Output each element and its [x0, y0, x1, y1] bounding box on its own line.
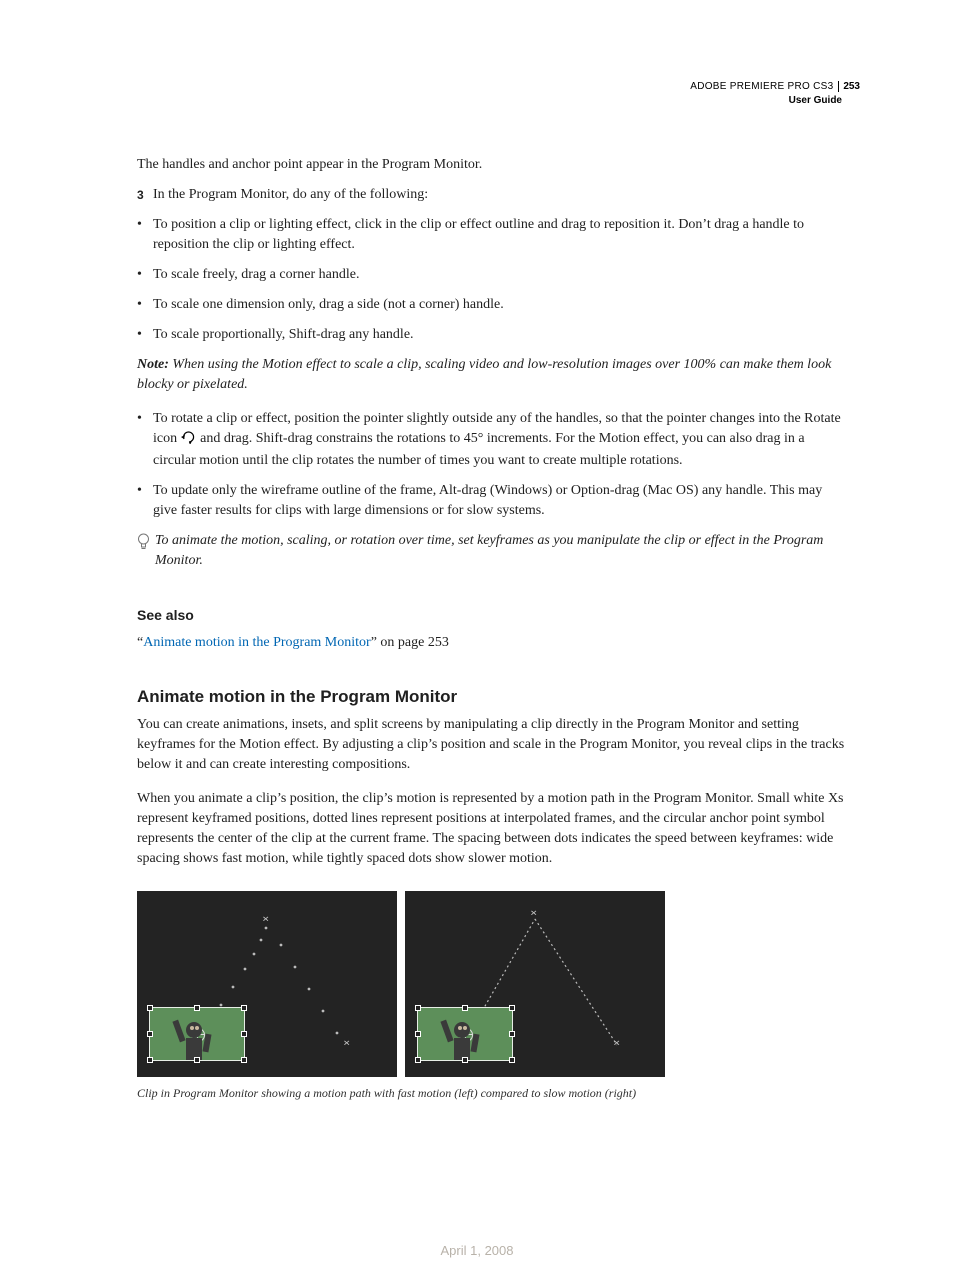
- bullet-icon: •: [137, 325, 153, 345]
- bullet-icon: •: [137, 409, 153, 471]
- step-number: 3: [137, 185, 153, 205]
- rotate-text-after: and drag. Shift-drag constrains the rota…: [153, 431, 805, 468]
- intro-text: The handles and anchor point appear in t…: [137, 155, 847, 175]
- bullet-text: To rotate a clip or effect, position the…: [153, 409, 847, 471]
- tip: To animate the motion, scaling, or rotat…: [137, 531, 847, 571]
- rotate-icon: [181, 430, 197, 451]
- section-p1: You can create animations, insets, and s…: [137, 715, 847, 775]
- close-quote: ” on page 253: [371, 635, 449, 650]
- tip-text: To animate the motion, scaling, or rotat…: [155, 531, 847, 571]
- keyframe-x-icon: ✕: [530, 910, 538, 918]
- bullet-text: To scale proportionally, Shift-drag any …: [153, 325, 847, 345]
- header-product: ADOBE PREMIERE PRO CS3: [690, 81, 833, 92]
- note-text: When using the Motion effect to scale a …: [137, 357, 831, 392]
- page-header: ADOBE PREMIERE PRO CS3 253 User Guide: [690, 80, 860, 108]
- lightbulb-icon: [137, 533, 155, 571]
- bullet-icon: •: [137, 481, 153, 521]
- bullet-text: To scale freely, drag a corner handle.: [153, 265, 847, 285]
- see-also-link[interactable]: Animate motion in the Program Monitor: [143, 635, 370, 650]
- bullet-icon: •: [137, 265, 153, 285]
- clip-thumbnail: [149, 1007, 245, 1061]
- note-label: Note:: [137, 357, 169, 372]
- see-also-heading: See also: [137, 605, 847, 625]
- step-text: In the Program Monitor, do any of the fo…: [153, 185, 847, 205]
- keyframe-x-icon: ✕: [262, 916, 270, 924]
- bullet-icon: •: [137, 295, 153, 315]
- section-p2: When you animate a clip’s position, the …: [137, 789, 847, 869]
- footer-date: April 1, 2008: [0, 1143, 954, 1288]
- figure-fast-motion: ✕ ✕: [137, 891, 397, 1077]
- section-heading: Animate motion in the Program Monitor: [137, 687, 847, 707]
- page-content: The handles and anchor point appear in t…: [137, 80, 847, 1103]
- clip-thumbnail: [417, 1007, 513, 1061]
- bullet-text: To update only the wireframe outline of …: [153, 481, 847, 521]
- note: Note: When using the Motion effect to sc…: [137, 355, 847, 395]
- figure-caption: Clip in Program Monitor showing a motion…: [137, 1083, 847, 1103]
- list-item: • To scale proportionally, Shift-drag an…: [137, 325, 847, 345]
- header-guide: User Guide: [690, 94, 860, 108]
- bullet-icon: •: [137, 215, 153, 255]
- keyframe-x-icon: ✕: [613, 1040, 621, 1048]
- list-item: • To scale one dimension only, drag a si…: [137, 295, 847, 315]
- bullet-text: To position a clip or lighting effect, c…: [153, 215, 847, 255]
- keyframe-x-icon: ✕: [343, 1040, 351, 1048]
- person-silhouette: [438, 1012, 488, 1060]
- page: ADOBE PREMIERE PRO CS3 253 User Guide Th…: [0, 0, 954, 1143]
- list-item: • To scale freely, drag a corner handle.: [137, 265, 847, 285]
- header-page-number: 253: [838, 81, 860, 92]
- list-item: • To update only the wireframe outline o…: [137, 481, 847, 521]
- person-silhouette: [170, 1012, 220, 1060]
- see-also-line: “Animate motion in the Program Monitor” …: [137, 633, 847, 653]
- list-item: • To position a clip or lighting effect,…: [137, 215, 847, 255]
- list-item: • To rotate a clip or effect, position t…: [137, 409, 847, 471]
- figure-row: ✕ ✕: [137, 891, 847, 1077]
- figure-slow-motion: ✕ ✕: [405, 891, 665, 1077]
- step-3: 3 In the Program Monitor, do any of the …: [137, 185, 847, 205]
- bullet-text: To scale one dimension only, drag a side…: [153, 295, 847, 315]
